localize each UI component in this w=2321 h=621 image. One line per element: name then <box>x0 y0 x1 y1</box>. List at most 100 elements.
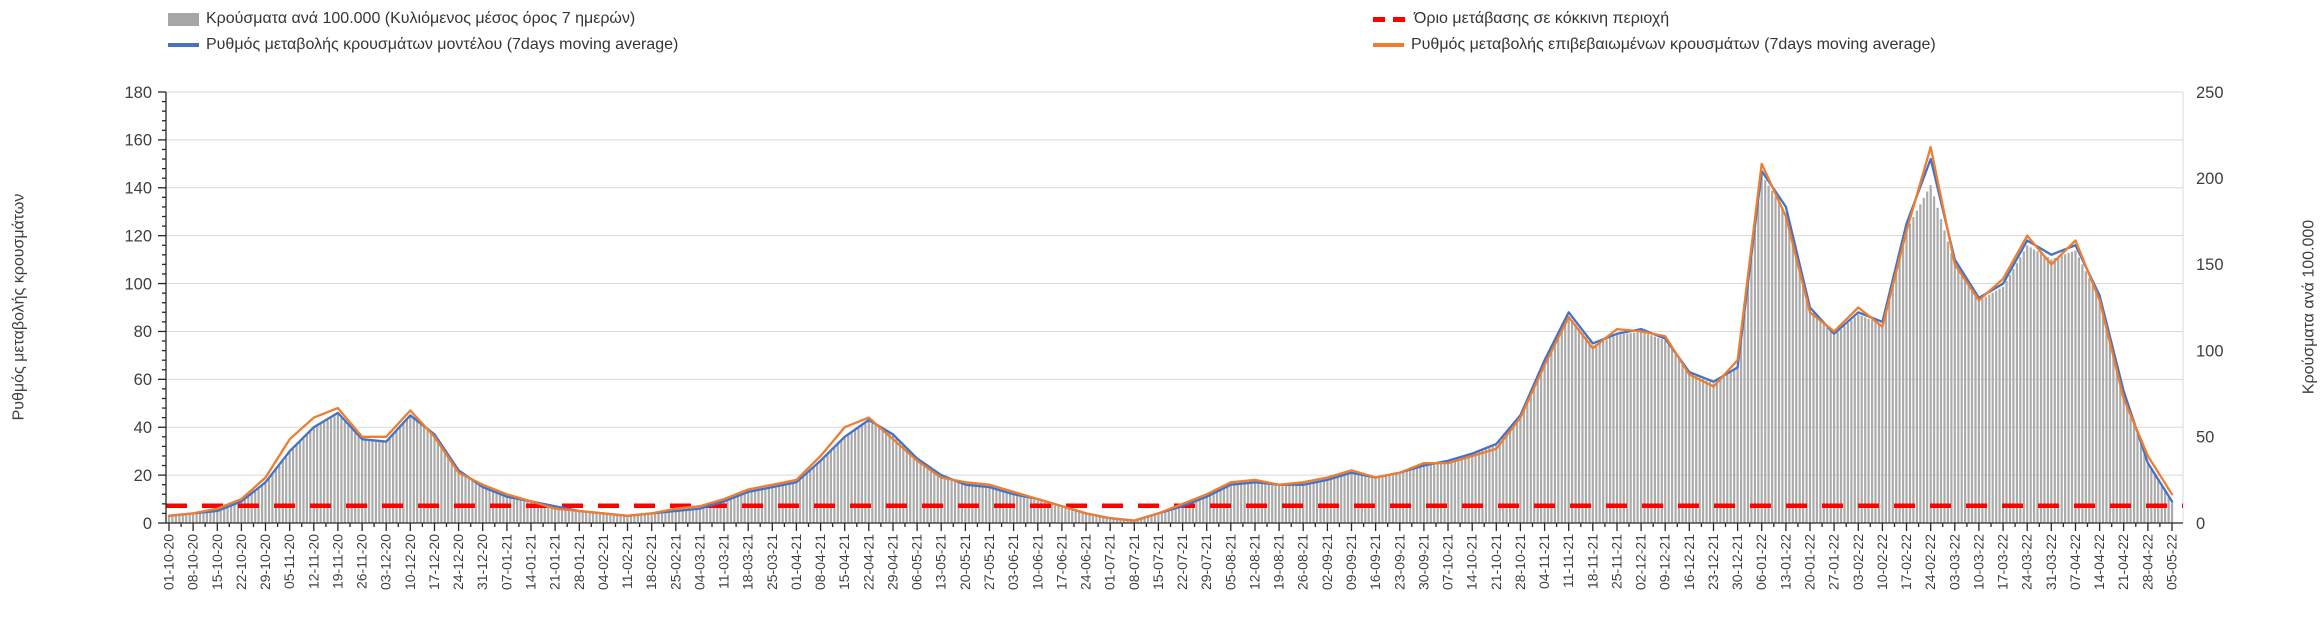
svg-text:100: 100 <box>2196 342 2224 360</box>
svg-text:19-11-20: 19-11-20 <box>329 534 345 589</box>
svg-text:120: 120 <box>124 227 152 245</box>
svg-text:26-08-21: 26-08-21 <box>1295 534 1311 590</box>
svg-text:27-01-22: 27-01-22 <box>1826 534 1842 590</box>
svg-text:07-01-21: 07-01-21 <box>498 534 514 590</box>
svg-text:10-03-22: 10-03-22 <box>1970 534 1986 590</box>
svg-text:20-05-21: 20-05-21 <box>957 534 973 590</box>
right-axis-tick-labels: 0 50 100 150 200 250 <box>2196 84 2224 533</box>
svg-text:25-03-21: 25-03-21 <box>764 534 780 590</box>
svg-text:03-03-22: 03-03-22 <box>1946 534 1962 590</box>
svg-text:31-03-22: 31-03-22 <box>2043 534 2059 590</box>
svg-text:01-10-20: 01-10-20 <box>160 534 176 590</box>
left-axis-title: Ρυθμός μεταβολής κρουσμάτων <box>10 193 28 421</box>
svg-text:14-04-22: 14-04-22 <box>2091 534 2107 590</box>
svg-text:0: 0 <box>2196 515 2205 533</box>
svg-text:04-11-21: 04-11-21 <box>1536 534 1552 589</box>
svg-text:07-10-21: 07-10-21 <box>1439 534 1455 590</box>
svg-text:18-02-21: 18-02-21 <box>643 534 659 590</box>
svg-text:18-03-21: 18-03-21 <box>740 534 756 590</box>
svg-text:24-12-20: 24-12-20 <box>450 534 466 590</box>
svg-text:20: 20 <box>134 467 152 485</box>
svg-text:11-02-21: 11-02-21 <box>619 534 635 589</box>
svg-text:250: 250 <box>2196 84 2224 102</box>
svg-text:100: 100 <box>124 275 152 293</box>
svg-text:09-12-21: 09-12-21 <box>1657 534 1673 590</box>
svg-text:22-04-21: 22-04-21 <box>860 534 876 590</box>
svg-text:0: 0 <box>143 515 152 533</box>
gridlines <box>166 91 2184 523</box>
svg-text:30-12-21: 30-12-21 <box>1729 534 1745 590</box>
svg-text:10-06-21: 10-06-21 <box>1029 534 1045 590</box>
legend-item-confirmed-rate: Ρυθμός μεταβολής επιβεβαιωμένων κρουσμάτ… <box>1373 35 1936 55</box>
bar-swatch-icon <box>168 12 199 26</box>
svg-text:29-04-21: 29-04-21 <box>884 534 900 590</box>
svg-text:31-12-20: 31-12-20 <box>474 534 490 590</box>
svg-text:22-07-21: 22-07-21 <box>1174 534 1190 590</box>
svg-text:03-06-21: 03-06-21 <box>1005 534 1021 590</box>
svg-text:24-02-22: 24-02-22 <box>1922 534 1938 590</box>
svg-text:13-05-21: 13-05-21 <box>933 534 949 590</box>
svg-text:15-07-21: 15-07-21 <box>1150 534 1166 590</box>
legend-item-cases-per-100k: Κρούσματα ανά 100.000 (Κυλιόμενος μέσος … <box>168 9 635 29</box>
svg-text:28-10-21: 28-10-21 <box>1512 534 1528 590</box>
legend-label: Όριο μετάβασης σε κόκκινη περιοχή <box>1414 10 1670 27</box>
svg-text:140: 140 <box>124 180 152 198</box>
svg-text:24-06-21: 24-06-21 <box>1077 534 1093 590</box>
legend-label: Ρυθμός μεταβολής επιβεβαιωμένων κρουσμάτ… <box>1411 36 1936 53</box>
svg-text:29-07-21: 29-07-21 <box>1198 534 1214 590</box>
dashed-line-swatch-icon <box>1373 16 1407 22</box>
svg-text:10-12-20: 10-12-20 <box>402 534 418 590</box>
svg-text:17-06-21: 17-06-21 <box>1053 534 1069 590</box>
svg-text:18-11-21: 18-11-21 <box>1584 534 1600 589</box>
svg-text:04-03-21: 04-03-21 <box>691 534 707 590</box>
svg-text:05-08-21: 05-08-21 <box>1222 534 1238 590</box>
svg-text:03-02-22: 03-02-22 <box>1850 534 1866 590</box>
svg-text:40: 40 <box>134 419 152 437</box>
svg-text:15-04-21: 15-04-21 <box>836 534 852 590</box>
svg-text:19-08-21: 19-08-21 <box>1271 534 1287 590</box>
svg-text:28-01-21: 28-01-21 <box>571 534 587 590</box>
chart-figure: 0 20 40 60 80 100 120 140 160 180 0 50 100 150 200 250 0… <box>0 0 2321 621</box>
x-axis-date-labels: 01-10-20 08-10-20 15-10-20 22-10-20 29-10-20… <box>160 534 2179 590</box>
svg-text:08-04-21: 08-04-21 <box>812 534 828 590</box>
svg-text:180: 180 <box>124 84 152 102</box>
svg-text:25-11-21: 25-11-21 <box>1608 534 1624 589</box>
svg-text:13-01-22: 13-01-22 <box>1777 534 1793 590</box>
svg-text:11-03-21: 11-03-21 <box>715 534 731 589</box>
svg-text:16-12-21: 16-12-21 <box>1681 534 1697 590</box>
svg-text:23-12-21: 23-12-21 <box>1705 534 1721 590</box>
svg-text:17-03-22: 17-03-22 <box>1995 534 2011 590</box>
right-axis-title: Κρούσματα ανά 100.000 <box>2300 219 2318 395</box>
svg-text:60: 60 <box>134 371 152 389</box>
svg-text:160: 160 <box>124 132 152 150</box>
svg-text:12-11-20: 12-11-20 <box>305 534 321 589</box>
svg-text:22-10-20: 22-10-20 <box>233 534 249 590</box>
svg-text:11-11-21: 11-11-21 <box>1560 534 1576 588</box>
svg-text:07-04-22: 07-04-22 <box>2067 534 2083 590</box>
left-axis-tick-labels: 0 20 40 60 80 100 120 140 160 180 <box>124 84 152 533</box>
svg-text:06-01-22: 06-01-22 <box>1753 534 1769 590</box>
svg-text:24-03-22: 24-03-22 <box>2019 534 2035 590</box>
svg-text:21-10-21: 21-10-21 <box>1488 534 1504 590</box>
svg-text:20-01-22: 20-01-22 <box>1801 534 1817 590</box>
svg-text:26-11-20: 26-11-20 <box>354 534 370 589</box>
svg-text:17-02-22: 17-02-22 <box>1898 534 1914 590</box>
svg-text:28-04-22: 28-04-22 <box>2139 534 2155 590</box>
legend-label: Κρούσματα ανά 100.000 (Κυλιόμενος μέσος … <box>206 10 636 27</box>
svg-text:10-02-22: 10-02-22 <box>1874 534 1890 590</box>
svg-text:14-01-21: 14-01-21 <box>522 534 538 590</box>
svg-text:21-01-21: 21-01-21 <box>547 534 563 590</box>
svg-text:01-07-21: 01-07-21 <box>1102 534 1118 590</box>
svg-text:05-11-20: 05-11-20 <box>281 534 297 589</box>
svg-text:200: 200 <box>2196 170 2224 188</box>
svg-text:27-05-21: 27-05-21 <box>981 534 997 590</box>
legend-item-model-rate: Ρυθμός μεταβολής κρουσμάτων μοντέλου (7d… <box>168 35 678 55</box>
svg-text:80: 80 <box>134 323 152 341</box>
svg-text:25-02-21: 25-02-21 <box>667 534 683 590</box>
line-swatch-icon <box>168 43 199 47</box>
svg-text:23-09-21: 23-09-21 <box>1391 534 1407 590</box>
svg-text:15-10-20: 15-10-20 <box>209 534 225 590</box>
svg-text:05-05-22: 05-05-22 <box>2163 534 2179 590</box>
svg-text:08-07-21: 08-07-21 <box>1126 534 1142 590</box>
svg-text:03-12-20: 03-12-20 <box>378 534 394 590</box>
